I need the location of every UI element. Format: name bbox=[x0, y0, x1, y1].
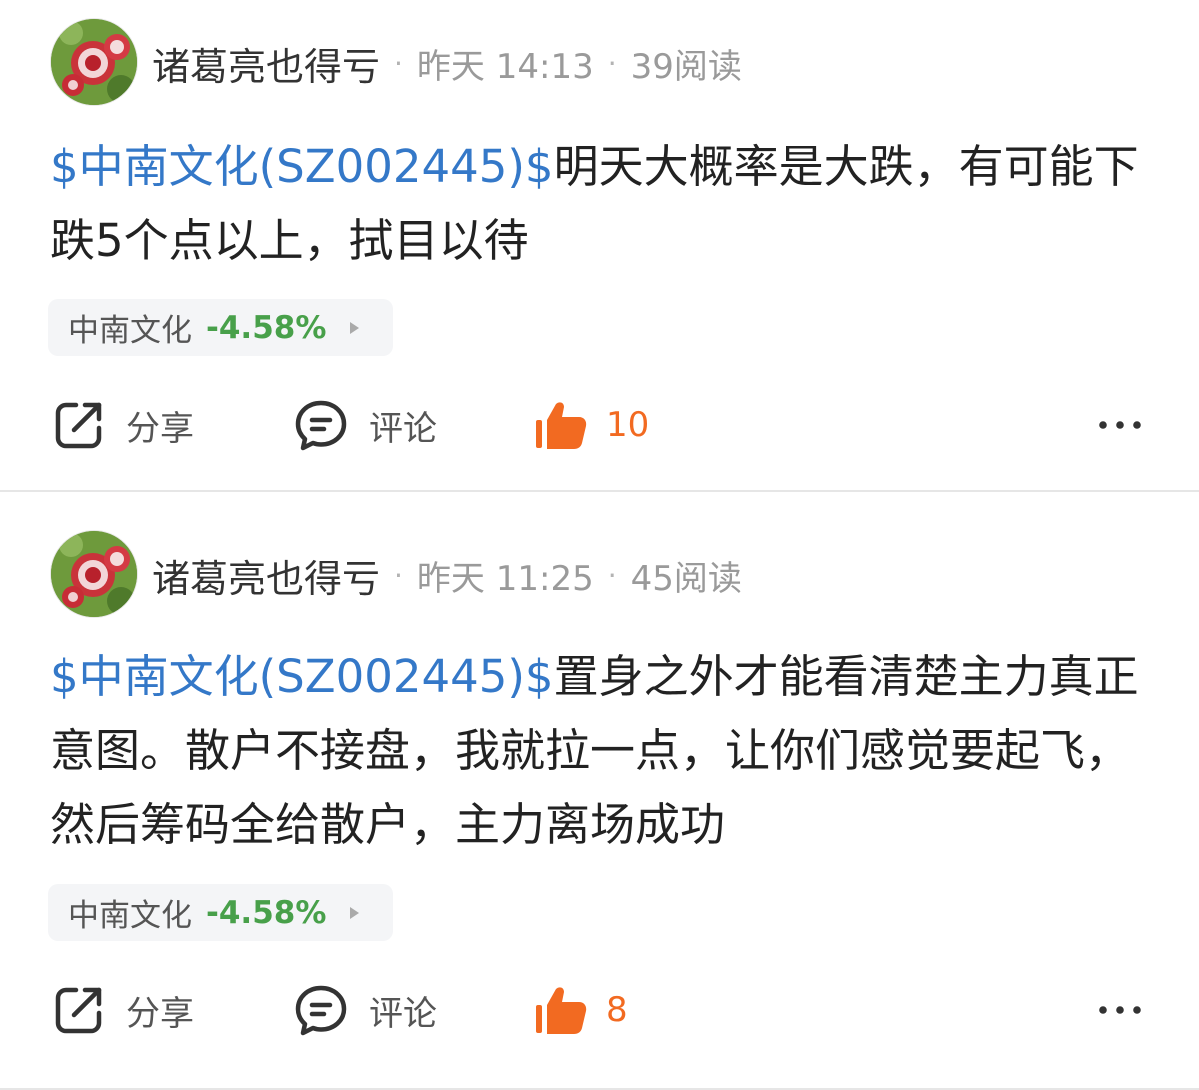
more-icon bbox=[1096, 1000, 1144, 1020]
post-content[interactable]: $中南文化(SZ002445)$明天大概率是大跌，有可能下跌5个点以上，拭目以待 bbox=[50, 130, 1160, 278]
meta-separator: · bbox=[607, 558, 617, 592]
thumbs-up-icon bbox=[534, 983, 588, 1037]
post-meta: 诸葛亮也得亏 · 昨天 14:13 · 39阅读 bbox=[152, 36, 742, 91]
read-count: 39阅读 bbox=[630, 46, 742, 87]
avatar[interactable] bbox=[50, 530, 138, 618]
post-divider bbox=[0, 490, 1199, 492]
post-card[interactable]: 诸葛亮也得亏 · 昨天 14:13 · 39阅读 $中南文化(SZ002445)… bbox=[0, 0, 1199, 492]
stock-chip-name: 中南文化 bbox=[68, 313, 192, 349]
stock-tag-link[interactable]: $中南文化(SZ002445)$ bbox=[50, 140, 554, 193]
like-button[interactable]: 10 bbox=[534, 395, 649, 455]
post-card[interactable]: 诸葛亮也得亏 · 昨天 11:25 · 45阅读 $中南文化(SZ002445)… bbox=[0, 512, 1199, 1090]
stock-tag-link[interactable]: $中南文化(SZ002445)$ bbox=[50, 650, 554, 703]
post-time: 昨天 14:13 bbox=[416, 46, 594, 87]
stock-chip-change: -4.58% bbox=[206, 894, 327, 931]
stock-chip-change: -4.58% bbox=[206, 309, 327, 346]
meta-separator: · bbox=[394, 558, 403, 592]
post-time: 昨天 11:25 bbox=[416, 558, 594, 599]
share-button[interactable]: 分享 bbox=[52, 395, 194, 455]
action-bar: 分享 评论 10 bbox=[0, 395, 1199, 455]
chip-arrow-icon bbox=[350, 321, 360, 334]
chip-arrow-icon bbox=[350, 906, 360, 919]
author-name[interactable]: 诸葛亮也得亏 bbox=[152, 36, 380, 91]
more-button[interactable] bbox=[1096, 980, 1144, 1040]
like-count: 10 bbox=[606, 405, 650, 445]
share-label: 分享 bbox=[126, 993, 194, 1034]
thumbs-up-icon bbox=[534, 398, 588, 452]
meta-separator: · bbox=[394, 46, 403, 80]
share-icon bbox=[52, 983, 106, 1037]
read-count: 45阅读 bbox=[630, 558, 742, 599]
like-count: 8 bbox=[606, 990, 628, 1030]
comment-label: 评论 bbox=[369, 993, 437, 1034]
action-bar: 分享 评论 8 bbox=[0, 980, 1199, 1040]
stock-chip[interactable]: 中南文化 -4.58% bbox=[48, 884, 393, 941]
comment-button[interactable]: 评论 bbox=[293, 395, 437, 455]
comment-icon bbox=[293, 982, 349, 1038]
avatar[interactable] bbox=[50, 18, 138, 106]
share-icon bbox=[52, 398, 106, 452]
comment-icon bbox=[293, 397, 349, 453]
share-button[interactable]: 分享 bbox=[52, 980, 194, 1040]
share-label: 分享 bbox=[126, 408, 194, 449]
like-button[interactable]: 8 bbox=[534, 980, 628, 1040]
stock-chip-name: 中南文化 bbox=[68, 898, 192, 934]
more-button[interactable] bbox=[1096, 395, 1144, 455]
post-content[interactable]: $中南文化(SZ002445)$置身之外才能看清楚主力真正意图。散户不接盘，我就… bbox=[50, 640, 1160, 862]
comment-label: 评论 bbox=[369, 408, 437, 449]
comment-button[interactable]: 评论 bbox=[293, 980, 437, 1040]
meta-separator: · bbox=[607, 46, 617, 80]
more-icon bbox=[1096, 415, 1144, 435]
author-name[interactable]: 诸葛亮也得亏 bbox=[152, 548, 380, 603]
stock-chip[interactable]: 中南文化 -4.58% bbox=[48, 299, 393, 356]
post-meta: 诸葛亮也得亏 · 昨天 11:25 · 45阅读 bbox=[152, 548, 742, 603]
